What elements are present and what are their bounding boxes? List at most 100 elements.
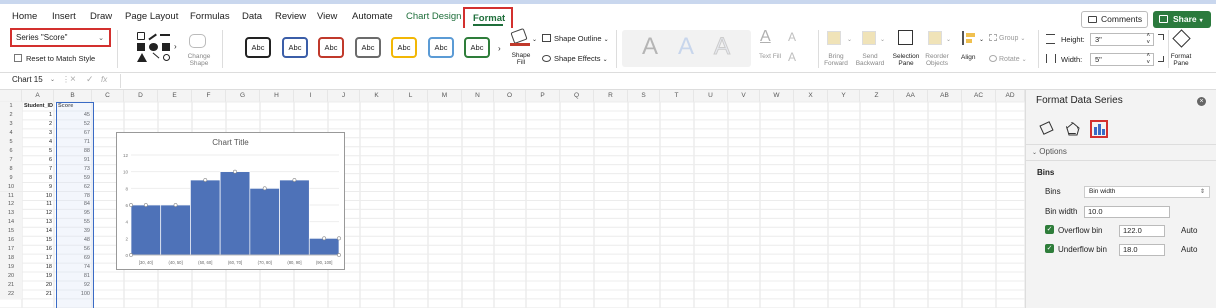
- column-header[interactable]: AB: [928, 90, 962, 102]
- column-header[interactable]: M: [428, 90, 462, 102]
- lock-aspect-icon[interactable]: [1158, 34, 1164, 40]
- column-header[interactable]: Y: [828, 90, 860, 102]
- histogram-bar[interactable]: [130, 204, 162, 256]
- column-header[interactable]: Z: [860, 90, 894, 102]
- tab-insert[interactable]: Insert: [52, 11, 76, 22]
- cell-student-id[interactable]: 13: [22, 218, 54, 227]
- cell-student-id[interactable]: 8: [22, 174, 54, 183]
- column-header[interactable]: AA: [894, 90, 928, 102]
- formula-input[interactable]: [120, 74, 1020, 88]
- row-header[interactable]: 10: [0, 182, 22, 192]
- column-header[interactable]: P: [526, 90, 560, 102]
- close-icon[interactable]: ×: [1197, 97, 1206, 106]
- tab-review[interactable]: Review: [275, 11, 306, 22]
- histogram-bar[interactable]: [160, 204, 191, 256]
- cell-student-id[interactable]: 11: [22, 200, 54, 209]
- histogram-bar[interactable]: [249, 187, 280, 256]
- header-cell-student-id[interactable]: Student_ID: [22, 102, 54, 111]
- effects-tab[interactable]: [1064, 120, 1082, 138]
- comments-button[interactable]: Comments: [1081, 11, 1148, 28]
- row-header[interactable]: 13: [0, 209, 22, 219]
- column-header[interactable]: V: [728, 90, 760, 102]
- tab-view[interactable]: View: [317, 11, 337, 22]
- column-header[interactable]: A: [22, 90, 54, 102]
- cell-student-id[interactable]: 10: [22, 192, 54, 201]
- chevron-down-icon[interactable]: ⌄: [532, 36, 537, 43]
- histogram-bar[interactable]: [190, 179, 221, 256]
- tab-home[interactable]: Home: [12, 11, 37, 22]
- select-all-corner[interactable]: [0, 90, 22, 102]
- column-header[interactable]: K: [360, 90, 394, 102]
- column-header[interactable]: N: [462, 90, 494, 102]
- bin-width-input[interactable]: 10.0: [1084, 206, 1170, 218]
- row-header[interactable]: 21: [0, 281, 22, 290]
- column-header[interactable]: T: [660, 90, 694, 102]
- cancel-icon[interactable]: ×: [70, 74, 76, 85]
- row-header[interactable]: 15: [0, 227, 22, 237]
- column-header[interactable]: G: [226, 90, 260, 102]
- group-button[interactable]: Group ⌄: [989, 34, 1025, 42]
- column-header[interactable]: E: [158, 90, 192, 102]
- row-header[interactable]: 8: [0, 164, 22, 174]
- underflow-auto-label[interactable]: Auto: [1181, 245, 1197, 254]
- column-header[interactable]: O: [494, 90, 526, 102]
- chevron-down-icon[interactable]: ⌄: [847, 36, 852, 43]
- tab-page-layout[interactable]: Page Layout: [125, 11, 178, 22]
- tab-data[interactable]: Data: [242, 11, 262, 22]
- cell-student-id[interactable]: 19: [22, 272, 54, 281]
- cell-student-id[interactable]: 3: [22, 129, 54, 138]
- cell-student-id[interactable]: 21: [22, 290, 54, 299]
- name-box[interactable]: Chart 15: [12, 75, 43, 84]
- tab-chart-design[interactable]: Chart Design: [406, 11, 461, 22]
- tab-draw[interactable]: Draw: [90, 11, 112, 22]
- cell-student-id[interactable]: 12: [22, 209, 54, 218]
- column-header[interactable]: X: [794, 90, 828, 102]
- column-header[interactable]: I: [294, 90, 328, 102]
- row-header[interactable]: 9: [0, 173, 22, 183]
- cell-student-id[interactable]: 18: [22, 263, 54, 272]
- reset-to-match-style-button[interactable]: Reset to Match Style: [14, 54, 95, 63]
- column-header[interactable]: Q: [560, 90, 594, 102]
- row-header[interactable]: 14: [0, 218, 22, 228]
- chevron-right-icon[interactable]: ›: [498, 44, 501, 53]
- row-header[interactable]: 17: [0, 245, 22, 255]
- row-header[interactable]: 20: [0, 272, 22, 281]
- histogram-chart[interactable]: Chart Title 0 2 4 6 8 10 12 [30, 40] (40, 50] (50…: [116, 132, 345, 270]
- column-header[interactable]: R: [594, 90, 628, 102]
- underflow-bin-checkbox[interactable]: ✓: [1045, 244, 1054, 253]
- column-header[interactable]: AD: [996, 90, 1025, 102]
- fill-line-tab[interactable]: [1038, 120, 1056, 138]
- shape-effects-button[interactable]: Shape Effects ⌄: [542, 54, 608, 63]
- tab-format[interactable]: Format: [463, 7, 513, 30]
- cell-student-id[interactable]: 5: [22, 147, 54, 156]
- cell-student-id[interactable]: 20: [22, 281, 54, 290]
- row-header[interactable]: 22: [0, 289, 22, 299]
- histogram-bar[interactable]: [279, 179, 310, 256]
- overflow-auto-label[interactable]: Auto: [1181, 226, 1197, 235]
- cell-student-id[interactable]: 6: [22, 156, 54, 165]
- cell-student-id[interactable]: 17: [22, 254, 54, 263]
- histogram-bar[interactable]: [219, 171, 251, 256]
- shape-outline-button[interactable]: Shape Outline ⌄: [542, 34, 609, 43]
- row-header[interactable]: 3: [0, 119, 22, 129]
- row-header[interactable]: 5: [0, 137, 22, 147]
- shape-style-5[interactable]: Abc: [391, 37, 417, 58]
- column-header[interactable]: AC: [962, 90, 996, 102]
- column-header[interactable]: S: [628, 90, 660, 102]
- series-options-tab[interactable]: [1090, 120, 1108, 138]
- lock-aspect-icon[interactable]: [1158, 56, 1164, 62]
- chart-element-select[interactable]: Series "Score" ⌄: [10, 28, 111, 47]
- overflow-bin-input[interactable]: 122.0: [1119, 225, 1165, 237]
- column-header[interactable]: C: [92, 90, 124, 102]
- cell-student-id[interactable]: 4: [22, 138, 54, 147]
- histogram-bar[interactable]: [308, 237, 340, 256]
- text-effects-icon[interactable]: A: [788, 50, 796, 64]
- tab-automate[interactable]: Automate: [352, 11, 393, 22]
- shape-style-4[interactable]: Abc: [355, 37, 381, 58]
- row-header[interactable]: 2: [0, 110, 22, 120]
- shape-style-3[interactable]: Abc: [318, 37, 344, 58]
- chevron-down-icon[interactable]: ⌄: [50, 76, 55, 83]
- column-header[interactable]: H: [260, 90, 294, 102]
- tab-formulas[interactable]: Formulas: [190, 11, 230, 22]
- share-button[interactable]: Share ▾: [1153, 11, 1211, 28]
